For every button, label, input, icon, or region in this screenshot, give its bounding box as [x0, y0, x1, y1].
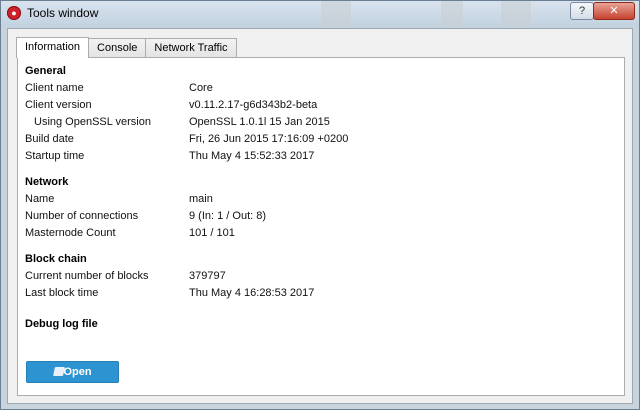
network-name-label: Name [25, 193, 55, 205]
build-date-value: Fri, 26 Jun 2015 17:16:09 +0200 [189, 133, 349, 145]
openssl-version-value: OpenSSL 1.0.1l 15 Jan 2015 [189, 116, 330, 128]
client-name-value: Core [189, 82, 213, 94]
tab-network-traffic[interactable]: Network Traffic [145, 38, 237, 58]
tools-window: ● Tools window ? ✕ Information Console N… [0, 0, 640, 410]
tab-bar: Information Console Network Traffic [16, 37, 237, 58]
help-button[interactable]: ? [570, 2, 594, 20]
folder-icon [53, 367, 65, 376]
connections-value: 9 (In: 1 / Out: 8) [189, 210, 267, 222]
startup-time-label: Startup time [25, 150, 85, 162]
client-version-label: Client version [25, 99, 92, 111]
openssl-version-label: Using OpenSSL version [34, 116, 151, 128]
background-ghost [501, 1, 531, 27]
masternode-count-label: Masternode Count [25, 227, 116, 239]
help-icon: ? [578, 5, 586, 17]
last-block-time-value: Thu May 4 16:28:53 2017 [189, 287, 315, 299]
information-panel: General Client name Core Client version … [17, 57, 625, 396]
window-title: Tools window [27, 6, 99, 20]
section-debug-log-heading: Debug log file [25, 318, 98, 330]
background-ghost [321, 1, 351, 27]
close-icon: ✕ [609, 5, 619, 17]
block-count-label: Current number of blocks [25, 270, 149, 282]
build-date-label: Build date [25, 133, 74, 145]
client-version-value: v0.11.2.17-g6d343b2-beta [189, 99, 318, 111]
section-general-heading: General [25, 65, 66, 77]
close-button[interactable]: ✕ [593, 2, 635, 20]
masternode-count-value: 101 / 101 [189, 227, 235, 239]
network-name-value: main [189, 193, 213, 205]
client-area: Information Console Network Traffic Gene… [7, 28, 633, 404]
section-network-heading: Network [25, 176, 69, 188]
connections-label: Number of connections [25, 210, 139, 222]
last-block-time-label: Last block time [25, 287, 99, 299]
open-button-label: Open [63, 366, 92, 378]
tab-information[interactable]: Information [16, 37, 90, 58]
section-blockchain-heading: Block chain [25, 253, 87, 265]
client-name-label: Client name [25, 82, 84, 94]
title-bar[interactable]: ● Tools window ? ✕ [1, 1, 639, 27]
app-logo-icon: ● [7, 6, 21, 20]
tab-console[interactable]: Console [88, 38, 147, 58]
block-count-value: 379797 [189, 270, 226, 282]
startup-time-value: Thu May 4 15:52:33 2017 [189, 150, 315, 162]
open-debug-log-button[interactable]: Open [26, 361, 119, 383]
background-ghost [441, 1, 463, 27]
